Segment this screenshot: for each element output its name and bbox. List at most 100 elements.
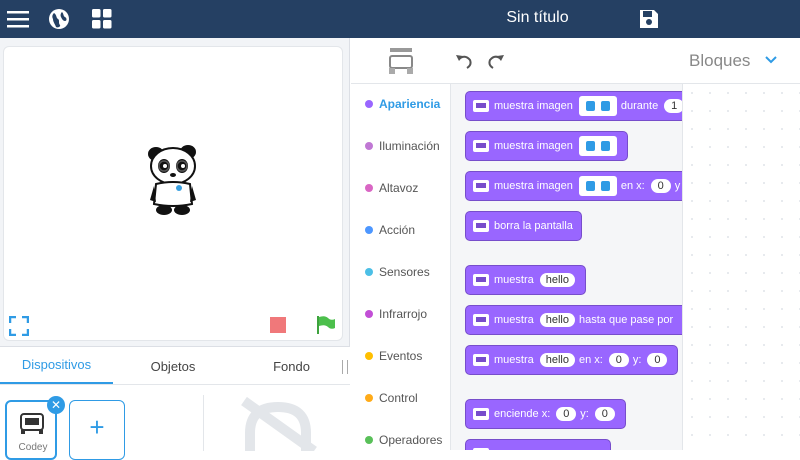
- category-dot: [365, 436, 373, 444]
- tab-dispositivos[interactable]: Dispositivos: [0, 347, 113, 385]
- block-number-input[interactable]: 0: [608, 353, 629, 367]
- block-show-text[interactable]: muestra hello: [465, 265, 586, 295]
- category-dot: [365, 184, 373, 192]
- device-card-codey[interactable]: Codey ✕: [5, 396, 65, 460]
- panel-resize-handle[interactable]: [342, 360, 348, 374]
- block-text: durante: [620, 100, 659, 112]
- block-text: en x:: [579, 354, 603, 366]
- category-dot: [365, 142, 373, 150]
- codey-block-icon: [473, 220, 489, 232]
- redo-icon[interactable]: [487, 52, 505, 70]
- led-matrix-icon[interactable]: [578, 176, 617, 196]
- left-panel: Dispositivos Objetos Fondo Codey ✕ +: [0, 38, 350, 460]
- block-text: muestra imagen: [494, 140, 573, 152]
- device-list: Codey ✕ +: [0, 384, 350, 460]
- category-infrarrojo[interactable]: Infrarrojo: [351, 296, 451, 332]
- block-text: enciende x:: [494, 408, 551, 420]
- project-title[interactable]: Sin título: [470, 9, 605, 27]
- tab-fondo[interactable]: Fondo: [233, 347, 350, 385]
- add-device-button[interactable]: +: [69, 400, 125, 460]
- green-flag-icon[interactable]: [316, 315, 336, 335]
- block-categories: Apariencia Iluminación Altavoz Acción Se…: [351, 84, 451, 450]
- category-sensores[interactable]: Sensores: [351, 254, 451, 290]
- category-label: Altavoz: [379, 181, 419, 195]
- category-dot: [365, 268, 373, 276]
- led-matrix-icon[interactable]: [578, 136, 617, 156]
- category-label: Sensores: [379, 265, 430, 279]
- category-operadores[interactable]: Operadores: [351, 422, 451, 458]
- category-label: Operadores: [379, 433, 443, 447]
- save-icon[interactable]: [636, 6, 662, 32]
- stop-icon[interactable]: [270, 317, 286, 333]
- codey-block-icon: [473, 274, 489, 286]
- block-text: y:: [632, 354, 642, 366]
- category-label: Control: [379, 391, 418, 405]
- category-dot: [365, 310, 373, 318]
- block-text: y:: [580, 408, 589, 420]
- tab-objetos[interactable]: Objetos: [113, 347, 233, 385]
- block-text: muestra: [494, 314, 534, 326]
- remove-device-icon[interactable]: ✕: [47, 396, 65, 414]
- block-number-input[interactable]: 0: [650, 179, 671, 193]
- block-show-text-at[interactable]: muestra hello en x: 0 y: 0: [465, 345, 679, 375]
- block-number-input[interactable]: 1: [664, 99, 682, 113]
- category-label: Acción: [379, 223, 416, 237]
- globe-icon[interactable]: [46, 6, 72, 32]
- category-eventos[interactable]: Eventos: [351, 338, 451, 374]
- category-apariencia[interactable]: Apariencia: [351, 86, 451, 122]
- block-text-input[interactable]: hello: [539, 353, 575, 367]
- asset-tabs: Dispositivos Objetos Fondo: [0, 346, 350, 385]
- block-show-image-at[interactable]: muestra imagen en x: 0 y: [465, 171, 682, 201]
- block-show-image[interactable]: muestra imagen: [465, 131, 628, 161]
- device-label: Codey: [18, 442, 48, 453]
- led-matrix-icon[interactable]: [578, 96, 617, 116]
- codey-icon: [20, 413, 44, 434]
- block-number-input[interactable]: 0: [647, 353, 668, 367]
- divider: [203, 395, 204, 451]
- category-label: Apariencia: [379, 97, 441, 111]
- category-dot: [365, 100, 373, 108]
- block-text-input[interactable]: hello: [539, 313, 575, 327]
- code-toolbar: Bloques: [351, 38, 800, 84]
- block-text: y: [674, 180, 681, 192]
- disconnected-link-icon: [241, 396, 317, 451]
- grid-icon[interactable]: [89, 6, 115, 32]
- codey-block-icon: [473, 100, 489, 112]
- block-light-pixel[interactable]: enciende x: 0 y: 0: [465, 399, 626, 429]
- block-text-input[interactable]: hello: [539, 273, 575, 287]
- block-text: muestra imagen: [494, 180, 573, 192]
- category-dot: [365, 226, 373, 234]
- panda-sprite[interactable]: [146, 142, 202, 218]
- block-text: en x:: [620, 180, 645, 192]
- category-dot: [365, 352, 373, 360]
- category-control[interactable]: Control: [351, 380, 451, 416]
- codey-device-icon[interactable]: [387, 46, 415, 76]
- category-label: Infrarrojo: [379, 307, 428, 321]
- chevron-down-icon[interactable]: [765, 55, 777, 65]
- block-show-image-for[interactable]: muestra imagen durante 1: [465, 91, 682, 121]
- top-bar: Sin título: [0, 0, 800, 38]
- menu-icon[interactable]: [5, 6, 31, 32]
- block-partial[interactable]: [465, 439, 611, 450]
- block-show-text-until[interactable]: muestra hello hasta que pase por: [465, 305, 682, 335]
- codey-block-icon: [473, 140, 489, 152]
- block-text: muestra: [494, 274, 534, 286]
- editor-mode-select[interactable]: Bloques: [689, 51, 750, 71]
- block-clear-screen[interactable]: borra la pantalla: [465, 211, 582, 241]
- category-iluminacion[interactable]: Iluminación: [351, 128, 451, 164]
- block-text: hasta que pase por: [579, 314, 674, 326]
- block-number-input[interactable]: 0: [556, 407, 577, 421]
- block-number-input[interactable]: 0: [594, 407, 615, 421]
- category-accion[interactable]: Acción: [351, 212, 451, 248]
- block-text: muestra: [494, 354, 534, 366]
- stage-canvas[interactable]: [3, 46, 343, 341]
- codey-block-icon: [473, 408, 489, 420]
- block-text: muestra imagen: [494, 100, 573, 112]
- undo-icon[interactable]: [455, 52, 473, 70]
- code-panel: Bloques Apariencia Iluminación Altavoz A…: [351, 38, 800, 450]
- fullscreen-icon[interactable]: [9, 316, 29, 336]
- block-palette: muestra imagen durante 1 muestra imagen …: [451, 84, 682, 450]
- codey-block-icon: [473, 180, 489, 192]
- category-altavoz[interactable]: Altavoz: [351, 170, 451, 206]
- script-workspace[interactable]: [682, 84, 800, 450]
